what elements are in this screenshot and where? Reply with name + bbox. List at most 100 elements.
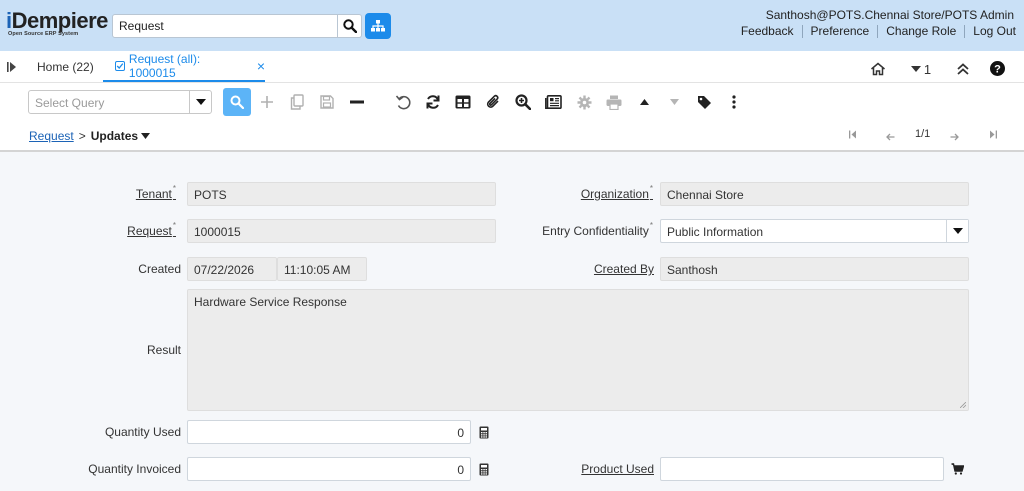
quantity-used-field[interactable]: 0 [187, 420, 471, 444]
print-button[interactable] [603, 91, 625, 113]
find-icon [230, 95, 244, 109]
resize-handle-icon[interactable] [960, 402, 966, 408]
created-time-field[interactable]: 11:10:05 AM [277, 257, 367, 281]
query-select[interactable]: Select Query [28, 90, 212, 114]
first-record-icon [849, 130, 856, 139]
window-count: 1 [923, 61, 932, 77]
more-button[interactable] [723, 91, 745, 113]
last-record-icon [990, 130, 997, 139]
refresh-icon [426, 95, 440, 109]
grid-toggle-button[interactable] [452, 91, 474, 113]
tag-icon [697, 95, 711, 109]
tab-request[interactable]: Request (all): 1000015 × [103, 52, 265, 82]
breadcrumb-current[interactable]: Updates [91, 129, 138, 143]
undo-icon [395, 95, 411, 110]
request-field[interactable]: 1000015 [187, 219, 496, 243]
report-button[interactable] [542, 91, 564, 113]
calculator-button[interactable] [478, 462, 490, 476]
product-used-label: Product Used [581, 462, 654, 476]
expand-sidebar-icon[interactable] [7, 61, 17, 73]
tab-request-label: Request (all): 1000015 [128, 52, 201, 80]
next-button[interactable] [663, 91, 685, 113]
process-icon [577, 95, 591, 109]
logout-link[interactable]: Log Out [965, 25, 1016, 38]
request-label: Request* [127, 221, 176, 238]
product-used-field[interactable] [660, 457, 944, 481]
new-record-icon [261, 96, 273, 108]
checkbox-icon [115, 61, 125, 71]
zoom-across-icon [515, 94, 531, 110]
entry-confidentiality-select[interactable]: Public Information [660, 219, 969, 243]
svg-text:?: ? [994, 63, 1001, 75]
global-search-button[interactable] [338, 14, 362, 38]
new-record-button[interactable] [256, 91, 278, 113]
window-count-button[interactable]: 1 [908, 60, 934, 78]
grid-toggle-icon [455, 95, 471, 109]
breadcrumb: Request > Updates [29, 129, 151, 143]
quantity-used-label: Quantity Used [104, 425, 181, 439]
arrow-right-icon [950, 133, 959, 141]
zoom-across-button[interactable] [512, 91, 534, 113]
user-info[interactable]: Santhosh@POTS.Chennai Store/POTS Admin [766, 8, 1014, 22]
sitemap-icon [371, 20, 385, 32]
double-chevron-up-icon [957, 63, 969, 75]
help-button[interactable]: ? [989, 60, 1005, 76]
previous-record-button[interactable] [886, 130, 895, 144]
change-role-link[interactable]: Change Role [878, 25, 966, 38]
next-icon [669, 99, 679, 105]
next-record-button[interactable] [950, 130, 959, 144]
copy-icon [290, 94, 304, 110]
save-button[interactable] [316, 91, 338, 113]
query-placeholder: Select Query [35, 96, 105, 110]
collapse-button[interactable] [955, 60, 971, 78]
idempiere-logo[interactable]: iDempiere Open Source ERP System [6, 10, 108, 38]
undo-button[interactable] [392, 91, 414, 113]
breadcrumb-separator: > [78, 129, 86, 143]
find-button[interactable] [223, 88, 251, 116]
shopping-cart-icon [951, 463, 964, 475]
caret-down-icon[interactable] [141, 133, 151, 139]
tab-home[interactable]: Home (22) [37, 60, 94, 74]
feedback-link[interactable]: Feedback [733, 25, 803, 38]
caret-down-icon [952, 228, 963, 234]
quantity-invoiced-label: Quantity Invoiced [88, 462, 181, 476]
copy-button[interactable] [286, 91, 308, 113]
search-icon [342, 19, 357, 33]
close-tab-icon[interactable]: × [257, 58, 265, 74]
tenant-label: Tenant* [135, 184, 176, 201]
entry-confidentiality-dropdown[interactable] [946, 220, 968, 242]
app-header: iDempiere Open Source ERP System Request… [0, 0, 1024, 51]
previous-button[interactable] [633, 91, 655, 113]
refresh-button[interactable] [422, 91, 444, 113]
entry-confidentiality-value: Public Information [667, 225, 764, 239]
created-date-field[interactable]: 07/22/2026 [187, 257, 277, 281]
global-search-input[interactable]: Request [112, 14, 338, 38]
last-record-button[interactable] [989, 128, 997, 142]
first-record-button[interactable] [849, 128, 857, 142]
more-icon [732, 95, 736, 109]
caret-down-icon [910, 66, 921, 72]
result-textarea[interactable]: Hardware Service Response [187, 289, 969, 411]
created-by-field[interactable]: Santhosh [660, 257, 969, 281]
product-search-button[interactable] [950, 462, 964, 476]
tenant-field[interactable]: POTS [187, 182, 496, 206]
organization-field[interactable]: Chennai Store [660, 182, 969, 206]
process-button[interactable] [573, 91, 595, 113]
tab-divider [0, 82, 1024, 83]
preference-link[interactable]: Preference [803, 25, 879, 38]
previous-icon [639, 99, 649, 105]
calculator-button[interactable] [478, 425, 490, 439]
breadcrumb-parent-link[interactable]: Request [29, 129, 74, 143]
quantity-invoiced-field[interactable]: 0 [187, 457, 471, 481]
attachment-button[interactable] [482, 91, 504, 113]
result-label: Result [146, 343, 181, 357]
menu-tree-button[interactable] [365, 13, 391, 39]
calculator-icon [479, 426, 489, 438]
tag-button[interactable] [693, 91, 715, 113]
delete-button[interactable] [346, 91, 368, 113]
query-dropdown-button[interactable] [189, 91, 211, 113]
result-value: Hardware Service Response [194, 295, 347, 309]
home-button[interactable] [869, 60, 887, 78]
attachment-icon [486, 94, 499, 108]
help-icon: ? [989, 60, 1005, 76]
